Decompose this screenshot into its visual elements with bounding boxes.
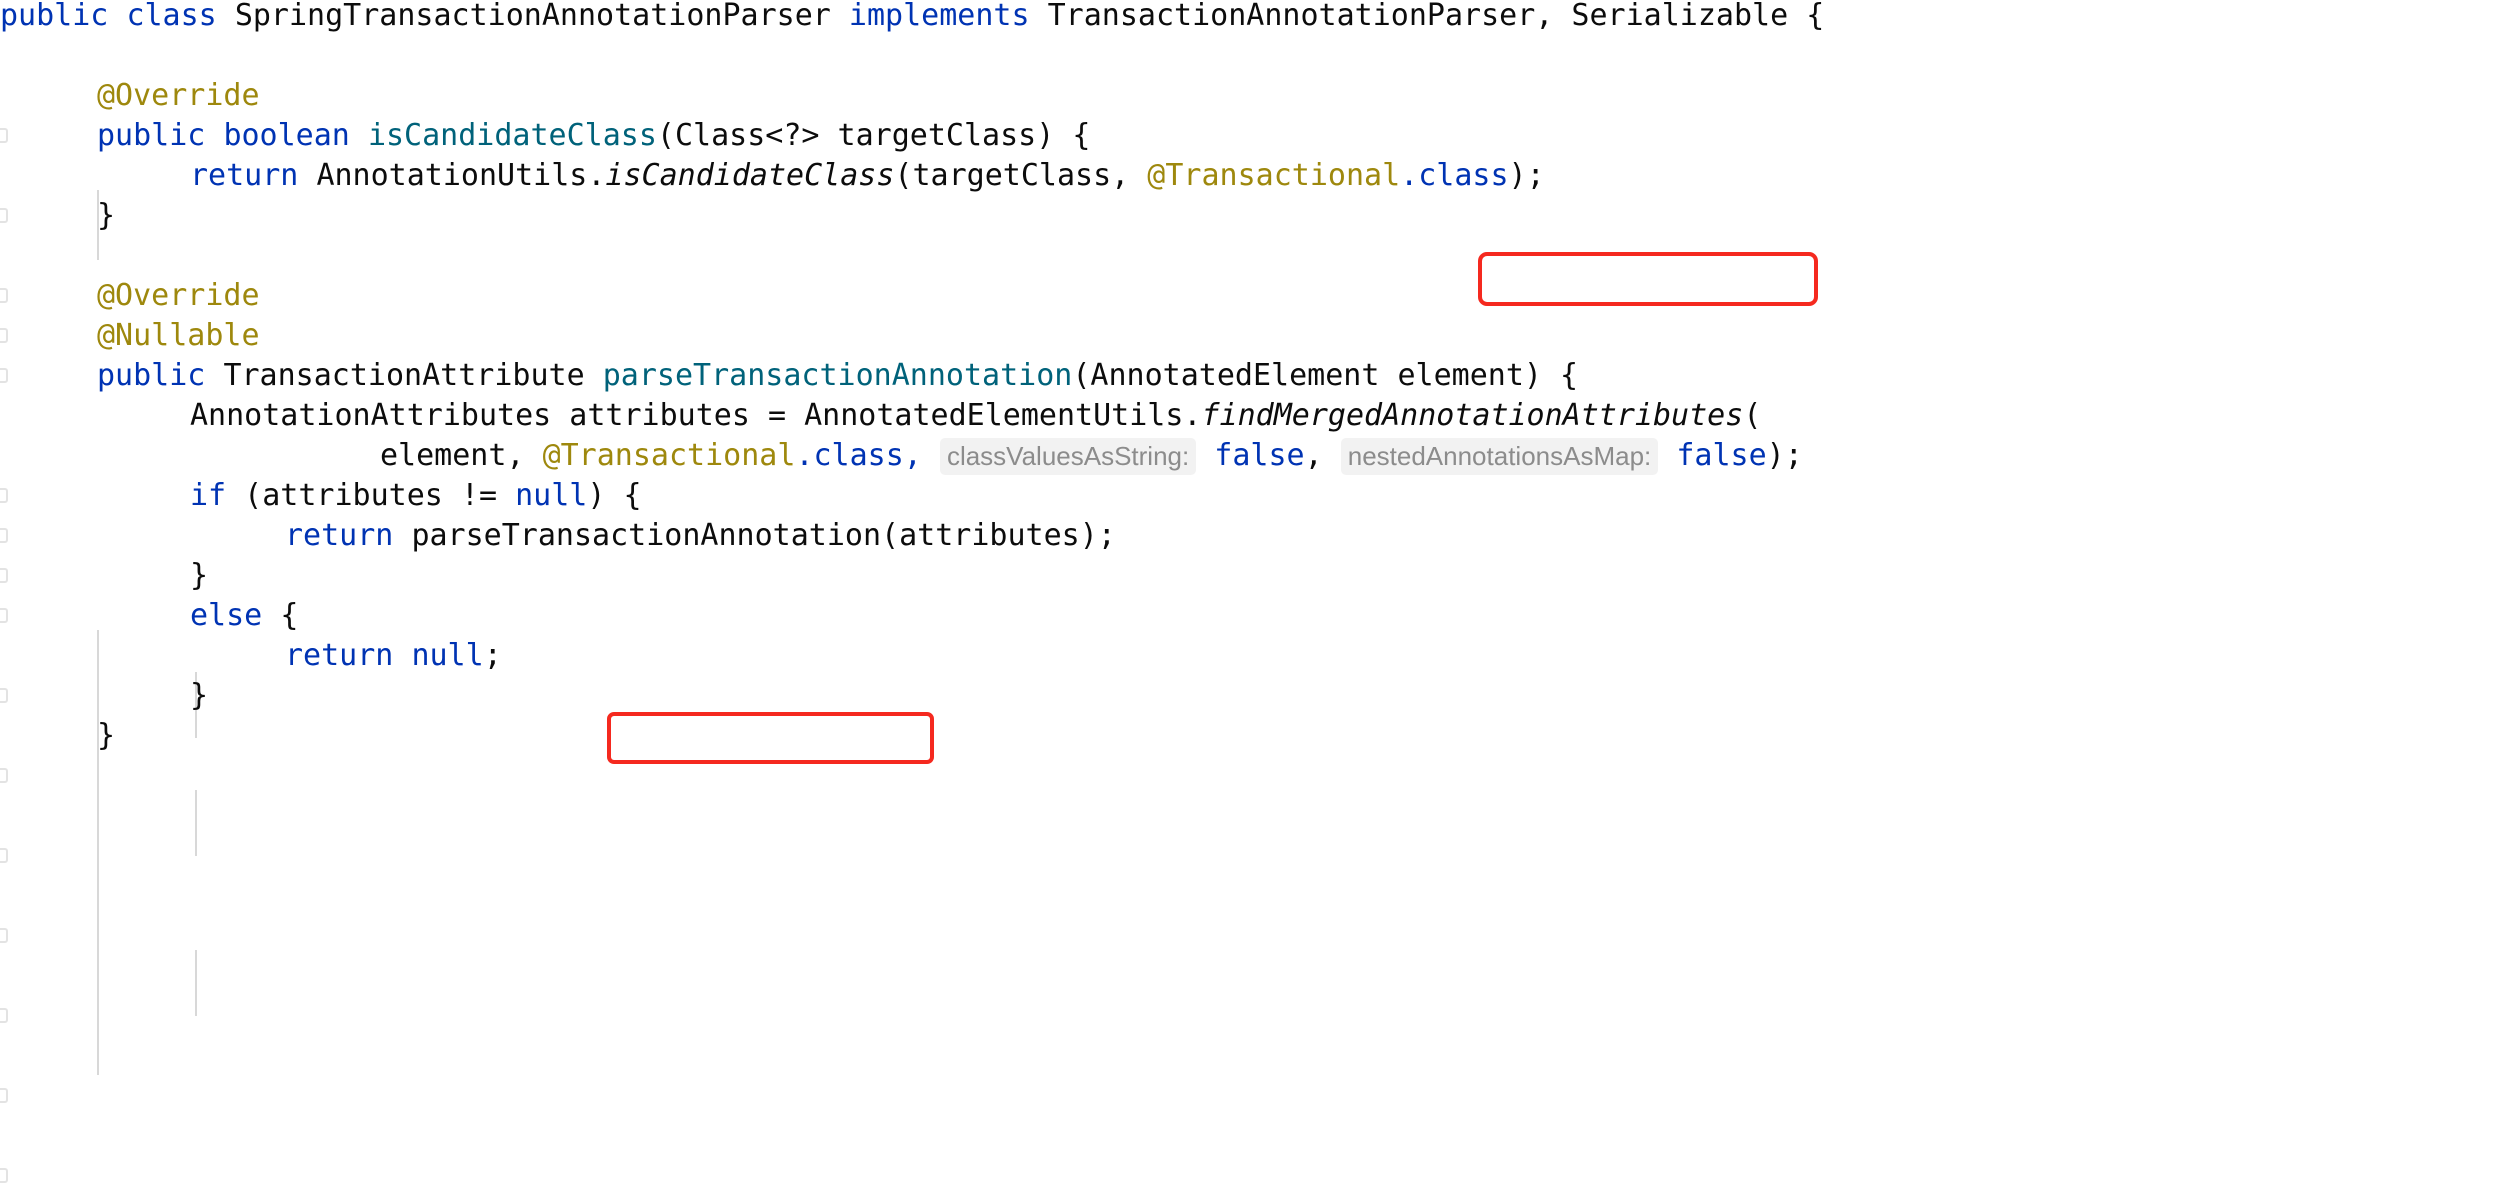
token-at-sign: @ [542,438,561,473]
token-static-method-call: isCandidateClass [605,158,895,193]
fold-marker-icon[interactable] [0,368,8,383]
token-keyword-implements: implements [848,0,1030,33]
highlight-box-transactional-2 [607,712,934,764]
token-brace-close: } [190,678,209,713]
code-line-4: public boolean isCandidateClass(Class<?>… [97,116,1090,156]
code-line-1: public class SpringTransactionAnnotation… [0,0,1824,36]
code-line-12: element, @Transactional.class, classValu… [380,436,1803,476]
token-dot-class: .class, [795,438,922,473]
token-class-name: SpringTransactionAnnotationParser [234,0,831,33]
token-condition-open: (attributes != [226,478,516,513]
code-line-3: @Override [97,76,260,116]
fold-marker-icon[interactable] [0,608,8,623]
token-interface-2: Serializable [1571,0,1789,33]
code-line-6: } [97,196,115,236]
indent-guide [195,950,197,1016]
fold-marker-icon[interactable] [0,768,8,783]
token-annotation-transactional: Transactional [560,438,796,473]
token-brace-close: } [190,558,209,593]
inlay-hint-class-values-as-string[interactable]: classValuesAsString: [939,438,1197,475]
token-keyword-public: public [97,358,206,393]
token-static-method-call: findMergedAnnotationAttributes [1201,398,1744,433]
fold-marker-icon[interactable] [0,528,8,543]
fold-marker-icon[interactable] [0,208,8,223]
token-condition-close: ) { [587,478,642,513]
token-annotation-override: @Override [97,78,260,113]
code-line-11: AnnotationAttributes attributes = Annota… [190,396,1761,436]
code-line-5: return AnnotationUtils.isCandidateClass(… [190,156,1545,196]
token-brace-close: } [97,198,116,233]
token-arg-open: (targetClass, [894,158,1148,193]
token-keyword-public: public [97,118,206,153]
code-line-19: } [97,716,115,756]
token-method-declaration: isCandidateClass [367,118,657,153]
code-line-9: @Nullable [97,316,260,356]
token-annotation-nullable: @Nullable [97,318,260,353]
token-value-false-2: false [1676,438,1767,473]
token-method-call: parseTransactionAnnotation(attributes); [411,518,1116,553]
editor-gutter [0,0,14,1204]
code-line-8: @Override [97,276,260,316]
fold-marker-icon[interactable] [0,688,8,703]
token-receiver: AnnotationUtils. [316,158,606,193]
token-line-tail: ); [1508,158,1545,193]
token-parameter-list: (AnnotatedElement element) { [1072,358,1579,393]
inlay-hint-nested-annotations-as-map[interactable]: nestedAnnotationsAsMap: [1340,438,1659,475]
indent-guide [97,630,99,1075]
token-brace-open: { [1806,0,1825,33]
fold-marker-icon[interactable] [0,928,8,943]
code-line-10: public TransactionAttribute parseTransac… [97,356,1578,396]
token-value-false-1: false [1214,438,1305,473]
token-keyword-if: if [190,478,227,513]
code-line-14: return parseTransactionAnnotation(attrib… [285,516,1116,556]
fold-marker-icon[interactable] [0,848,8,863]
fold-marker-icon[interactable] [0,1088,8,1103]
indent-guide [195,790,197,856]
token-keyword-else: else [190,598,263,633]
token-annotation-transactional: Transactional [1165,158,1401,193]
code-line-18: } [190,676,208,716]
token-annotation-override: @Override [97,278,260,313]
token-parameter-list: (Class<?> targetClass) { [656,118,1091,153]
token-arg-element: element, [380,438,543,473]
token-keyword-return: return [190,158,299,193]
token-assignment: AnnotationAttributes attributes = Annota… [190,398,1202,433]
token-interface-1: TransactionAnnotationParser, [1047,0,1554,33]
token-keyword-null: null [515,478,588,513]
token-method-declaration: parseTransactionAnnotation [602,358,1073,393]
fold-marker-icon[interactable] [0,128,8,143]
code-line-13: if (attributes != null) { [190,476,642,516]
token-line-tail: ); [1766,438,1803,473]
fold-marker-icon[interactable] [0,1168,8,1183]
token-brace-close: } [97,718,116,753]
token-brace-open: { [280,598,299,633]
code-line-17: return null; [285,636,502,676]
token-at-sign: @ [1147,158,1166,193]
token-return-type: TransactionAttribute [223,358,585,393]
token-paren-open: ( [1743,398,1762,433]
fold-marker-icon[interactable] [0,488,8,503]
highlight-box-transactional-1 [1478,252,1818,306]
fold-marker-icon[interactable] [0,568,8,583]
code-line-16: else { [190,596,298,636]
token-keyword-public: public [0,0,109,33]
token-keyword-return: return [285,638,394,673]
token-keyword-null: null [411,638,484,673]
token-keyword-boolean: boolean [223,118,350,153]
fold-marker-icon[interactable] [0,328,8,343]
token-semicolon: ; [483,638,502,673]
token-keyword-class: class [126,0,217,33]
fold-marker-icon[interactable] [0,288,8,303]
code-editor[interactable]: public class SpringTransactionAnnotation… [0,0,2516,1204]
token-keyword-return: return [285,518,394,553]
fold-marker-icon[interactable] [0,1008,8,1023]
token-dot-class: .class [1400,158,1509,193]
token-comma: , [1304,438,1323,473]
code-line-15: } [190,556,208,596]
